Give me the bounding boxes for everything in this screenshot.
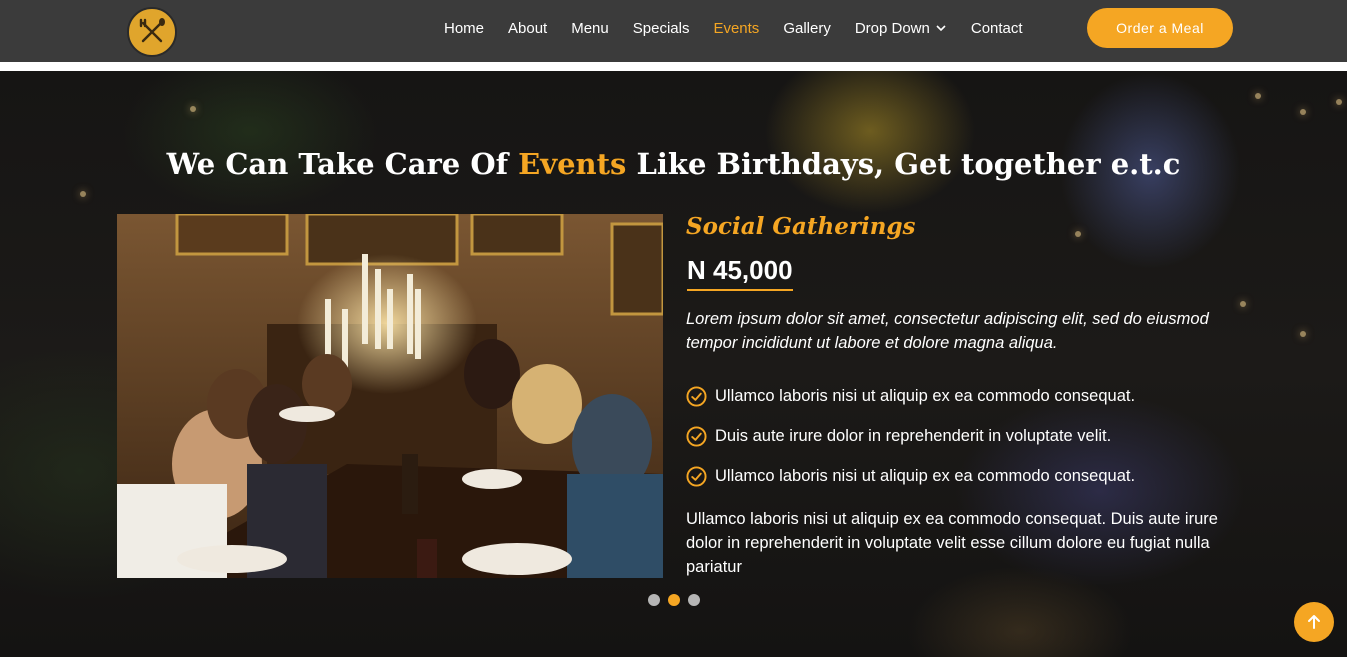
header-divider — [0, 62, 1347, 71]
nav-item-label: Specials — [632, 19, 690, 37]
event-feature-item: Ullamco laboris nisi ut aliquip ex ea co… — [686, 376, 1135, 416]
event-feature-item: Ullamco laboris nisi ut aliquip ex ea co… — [686, 456, 1135, 496]
top-navbar: Home About Menu Specials Events Gallery Drop D… — [0, 0, 1347, 62]
title-accent: Events — [518, 147, 627, 181]
carousel-dot[interactable] — [648, 594, 660, 606]
chevron-down-icon — [936, 25, 946, 32]
section-title: We Can Take Care Of Events Like Birthday… — [0, 147, 1347, 181]
nav-item-gallery[interactable]: Gallery — [783, 20, 831, 37]
string-light — [1075, 231, 1081, 237]
nav-item-label: Events — [713, 19, 760, 37]
arrow-up-icon — [1308, 615, 1320, 629]
nav-item-label: About — [508, 19, 548, 37]
restaurant-logo[interactable] — [127, 7, 177, 57]
string-light — [1336, 99, 1342, 105]
event-feature-text: Ullamco laboris nisi ut aliquip ex ea co… — [715, 386, 1136, 405]
nav-item-label: Contact — [970, 19, 1023, 37]
event-feature-item: Duis aute irure dolor in reprehenderit i… — [686, 416, 1135, 456]
string-light — [1300, 109, 1306, 115]
order-meal-button[interactable]: Order a Meal — [1087, 8, 1233, 48]
nav-item-about[interactable]: About — [508, 20, 547, 37]
event-feature-text: Duis aute irure dolor in reprehenderit i… — [715, 426, 1112, 445]
nav-item-contact[interactable]: Contact — [971, 20, 1023, 37]
event-body-text: Ullamco laboris nisi ut aliquip ex ea co… — [686, 510, 1218, 576]
carousel-pagination — [648, 594, 708, 606]
check-circle-icon — [686, 425, 707, 447]
check-circle-icon — [686, 385, 707, 407]
event-feature-text: Ullamco laboris nisi ut aliquip ex ea co… — [715, 466, 1136, 485]
nav-item-label: Drop Down — [854, 19, 930, 37]
dinner-party-toast-photo — [117, 214, 663, 578]
string-light — [1300, 331, 1306, 337]
events-section: We Can Take Care Of Events Like Birthday… — [0, 71, 1347, 657]
nav-item-label: Menu — [571, 19, 609, 37]
nav-item-drop-down[interactable]: Drop Down — [855, 20, 947, 37]
nav-item-label: Home — [444, 19, 485, 37]
event-price: N 45,000 — [687, 255, 793, 291]
event-feature-list: Ullamco laboris nisi ut aliquip ex ea co… — [686, 376, 1135, 496]
carousel-dot[interactable] — [688, 594, 700, 606]
check-circle-icon — [686, 465, 707, 487]
event-photo — [117, 214, 663, 578]
nav-item-menu[interactable]: Menu — [571, 20, 609, 37]
nav-item-label: Gallery — [783, 19, 831, 37]
fork-knife-crossed-icon — [139, 18, 165, 43]
string-light — [190, 106, 196, 112]
main-nav: Home About Menu Specials Events Gallery Drop D… — [432, 0, 1035, 56]
nav-item-home[interactable]: Home — [444, 20, 484, 37]
event-lead-text: Lorem ipsum dolor sit amet, consectetur … — [686, 310, 1209, 352]
title-part-1: We Can Take Care Of — [166, 147, 519, 181]
title-part-2: Like Birthdays, Get together e.t.c — [626, 147, 1181, 181]
scroll-to-top-button[interactable] — [1294, 602, 1334, 642]
string-light — [1255, 93, 1261, 99]
nav-item-events[interactable]: Events — [713, 20, 759, 37]
nav-item-specials[interactable]: Specials — [633, 20, 690, 37]
string-light — [1240, 301, 1246, 307]
carousel-dot[interactable] — [668, 594, 680, 606]
string-light — [80, 191, 86, 197]
event-title: Social Gatherings — [686, 213, 916, 240]
